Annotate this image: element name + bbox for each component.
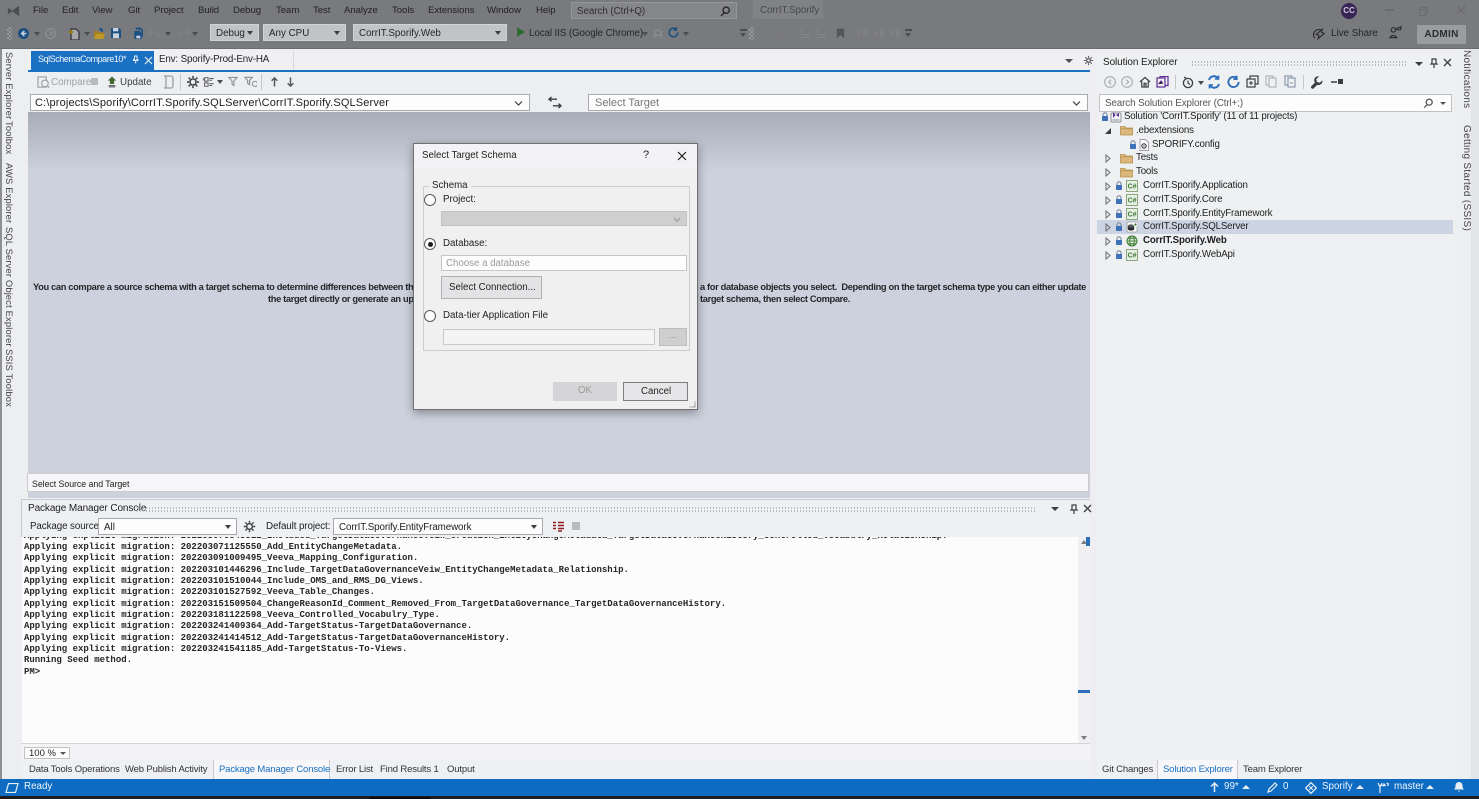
svg-text:C#: C#	[1128, 253, 1137, 260]
svg-text:C#: C#	[1128, 197, 1137, 204]
svg-text:C#: C#	[1128, 184, 1137, 191]
svg-text:C#: C#	[1128, 211, 1137, 218]
